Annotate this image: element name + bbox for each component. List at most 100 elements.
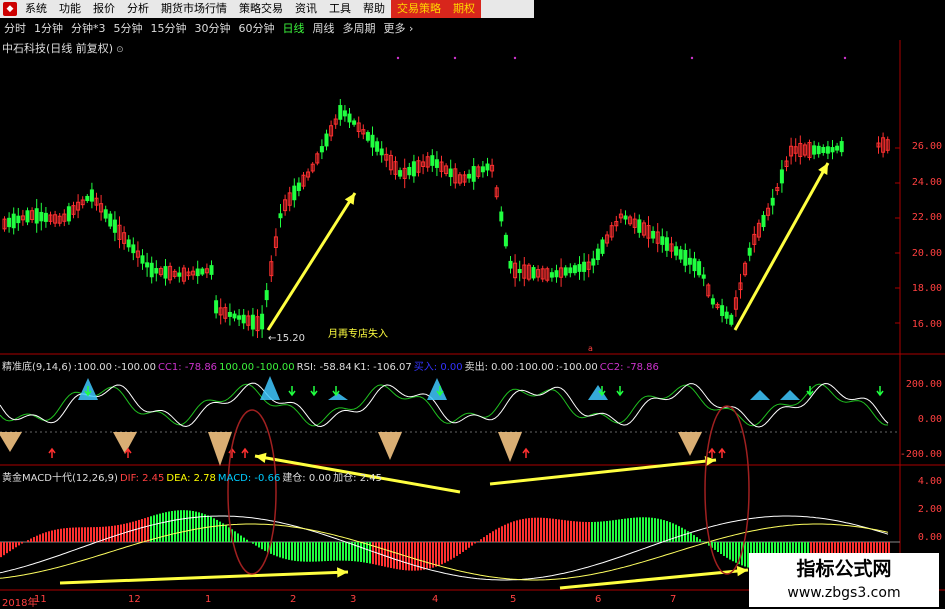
macd-bar-204 bbox=[612, 520, 614, 542]
macd-bar-39 bbox=[117, 525, 119, 542]
candle-body-81 bbox=[375, 141, 380, 152]
candle-body-28 bbox=[131, 244, 136, 254]
macd-bar-23 bbox=[69, 527, 71, 542]
macd-bar-173 bbox=[519, 519, 521, 542]
candle-body-79 bbox=[365, 132, 370, 141]
macd-bar-157 bbox=[471, 542, 473, 546]
candle-body-94 bbox=[434, 159, 439, 168]
macd-bar-116 bbox=[348, 542, 350, 561]
macd-bar-25 bbox=[75, 527, 77, 542]
macd-bar-161 bbox=[483, 537, 485, 542]
macd-bar-146 bbox=[438, 542, 440, 566]
price-axis-tick-4: 18.00 bbox=[911, 283, 942, 294]
top-dot-3 bbox=[690, 56, 694, 60]
time-axis-tick-8: 6 bbox=[595, 594, 602, 605]
macd-bar-188 bbox=[564, 520, 566, 542]
macd-bar-172 bbox=[516, 520, 518, 542]
macd-bar-153 bbox=[459, 542, 461, 554]
sell-arrow-2 bbox=[310, 386, 318, 397]
candle-body-69 bbox=[319, 146, 324, 153]
candle-body-143 bbox=[660, 236, 665, 245]
macd-bar-64 bbox=[192, 511, 194, 542]
candle-body-51 bbox=[237, 315, 242, 320]
candle-body-86 bbox=[398, 170, 403, 177]
macd-bar-220 bbox=[660, 519, 662, 542]
macd-bar-46 bbox=[138, 519, 140, 542]
chart-canvas[interactable] bbox=[0, 0, 945, 609]
candle-body-45 bbox=[209, 265, 214, 275]
macd-bar-128 bbox=[384, 542, 386, 567]
macd-bar-129 bbox=[387, 542, 389, 568]
buy-note: 月再专店失入 bbox=[328, 329, 388, 340]
candle-body-180 bbox=[830, 147, 835, 153]
macd-bar-168 bbox=[504, 524, 506, 542]
candle-body-8 bbox=[39, 211, 44, 222]
macd-bar-5 bbox=[15, 542, 17, 548]
macd-bar-3 bbox=[9, 542, 11, 552]
candle-body-56 bbox=[260, 313, 265, 330]
macd-bar-102 bbox=[306, 542, 308, 562]
indicator2-field-1: DIF: 2.45 bbox=[119, 473, 165, 484]
macd-bar-214 bbox=[642, 517, 644, 542]
indicator2-header[interactable]: 黄金MACD十代(12,26,9) DIF: 2.45 DEA: 2.78 MACD:… bbox=[2, 469, 384, 484]
macd-bar-24 bbox=[72, 527, 74, 542]
macd-bar-6 bbox=[18, 542, 20, 546]
macd-bar-98 bbox=[294, 542, 296, 561]
candle-body-112 bbox=[517, 269, 522, 274]
price-axis-tick-3: 20.00 bbox=[911, 247, 942, 259]
time-axis-tick-4: 2 bbox=[290, 594, 297, 605]
macd-bar-151 bbox=[453, 542, 455, 558]
macd-bar-238 bbox=[714, 542, 716, 550]
macd-bar-28 bbox=[84, 527, 86, 542]
sell-arrow-7 bbox=[806, 386, 814, 397]
macd-bar-15 bbox=[45, 532, 47, 542]
macd-bar-91 bbox=[273, 542, 275, 556]
macd-bar-234 bbox=[702, 541, 704, 542]
macd-bar-76 bbox=[228, 527, 230, 542]
indicator2-field-3: MACD: -0.66 bbox=[217, 473, 281, 484]
macd-bar-85 bbox=[255, 542, 257, 546]
macd-bar-20 bbox=[60, 528, 62, 542]
indicator1-header[interactable]: 精准底(9,14,6):100.00:-100.00 CC1: -78.86 100… bbox=[2, 358, 661, 373]
candle-body-22 bbox=[103, 209, 108, 219]
macd-bar-21 bbox=[63, 528, 65, 542]
macd-bar-231 bbox=[693, 535, 695, 542]
macd-bar-84 bbox=[252, 542, 254, 544]
macd-bar-13 bbox=[39, 534, 41, 542]
candle-body-141 bbox=[651, 230, 656, 239]
ind1-green-line bbox=[0, 383, 889, 427]
indicator1-field-10: :100.00 bbox=[515, 362, 554, 373]
macd-bar-62 bbox=[186, 510, 188, 542]
low-price-label: ←15.20 bbox=[268, 333, 306, 344]
macd-bar-82 bbox=[246, 539, 248, 542]
watermark: 指标公式网 www.zbgs3.com bbox=[749, 553, 939, 607]
time-axis-tick-0: 2018年 bbox=[2, 598, 38, 609]
macd-bar-71 bbox=[213, 518, 215, 542]
candle-body-3 bbox=[16, 215, 21, 224]
macd-bar-148 bbox=[444, 542, 446, 563]
macd-bar-80 bbox=[240, 535, 242, 542]
macd-bar-226 bbox=[678, 526, 680, 542]
macd-bar-160 bbox=[480, 539, 482, 542]
macd-bar-217 bbox=[651, 517, 653, 542]
macd-bar-134 bbox=[402, 542, 404, 571]
top-dot-2 bbox=[513, 56, 517, 60]
macd-bar-29 bbox=[87, 527, 89, 542]
macd-bar-240 bbox=[720, 542, 722, 555]
macd-bar-73 bbox=[219, 521, 221, 542]
candle-body-162 bbox=[747, 247, 752, 256]
divergence-arrow-2 bbox=[559, 568, 749, 590]
macd-bar-92 bbox=[276, 542, 278, 557]
candle-body-150 bbox=[692, 258, 697, 272]
candle-body-157 bbox=[724, 311, 729, 319]
macd-bar-244 bbox=[732, 542, 734, 562]
macd-bar-58 bbox=[174, 510, 176, 542]
macd-bar-212 bbox=[636, 517, 638, 542]
candle-body-80 bbox=[370, 134, 375, 148]
candle-body-82 bbox=[379, 148, 384, 156]
macd-bar-105 bbox=[315, 542, 317, 562]
sell-arrow-6 bbox=[616, 386, 624, 397]
macd-bar-100 bbox=[300, 542, 302, 562]
ind1-cyan-peak-2 bbox=[328, 393, 348, 400]
macd-bar-147 bbox=[441, 542, 443, 565]
